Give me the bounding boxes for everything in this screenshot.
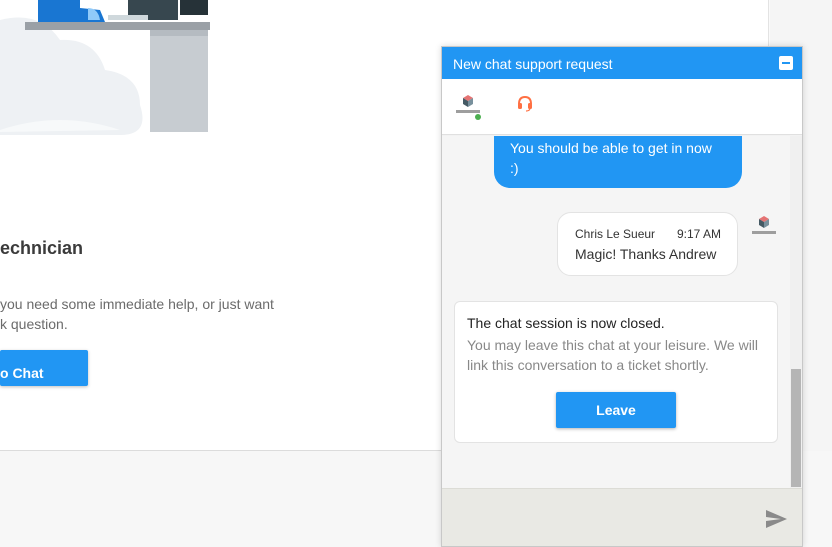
- session-closed-card: The chat session is now closed. You may …: [454, 301, 778, 443]
- agent-message-line-2: :): [510, 160, 519, 176]
- session-closed-title: The chat session is now closed.: [467, 315, 665, 331]
- message-sender: Chris Le Sueur: [575, 227, 656, 241]
- scrollbar-thumb[interactable]: [791, 369, 801, 487]
- leave-button[interactable]: Leave: [556, 392, 676, 428]
- send-icon[interactable]: [764, 507, 788, 531]
- description-line-1: you need some immediate help, or just wa…: [0, 296, 274, 312]
- user-message-card: Chris Le Sueur 9:17 AM Magic! Thanks And…: [557, 212, 738, 276]
- support-illustration: [0, 0, 210, 135]
- message-time: 9:17 AM: [676, 227, 721, 241]
- agent-message-bubble: You should be able to get in now :): [494, 136, 742, 188]
- user-avatar-icon: [752, 216, 776, 234]
- chat-widget: New chat support request You should be a…: [441, 46, 803, 547]
- online-status-dot: [475, 114, 481, 120]
- chat-message-input[interactable]: [452, 503, 752, 533]
- chat-input-area: [442, 488, 802, 546]
- closed-desc-line-1: You may leave this chat at your leisure.…: [467, 337, 759, 353]
- closed-desc-line-2: link this conversation to a ticket short…: [467, 357, 709, 373]
- description-line-2: k question.: [0, 316, 68, 332]
- technician-description: you need some immediate help, or just wa…: [0, 294, 290, 334]
- technician-heading: echnician: [0, 238, 84, 258]
- chat-header: New chat support request: [442, 47, 802, 79]
- session-closed-description: You may leave this chat at your leisure.…: [467, 335, 772, 375]
- message-text: Magic! Thanks Andrew: [575, 246, 717, 262]
- headset-icon: [518, 95, 532, 112]
- participants-bar: [442, 79, 802, 135]
- agent-message-line-1: You should be able to get in now: [510, 140, 712, 156]
- chat-messages[interactable]: You should be able to get in now :) Chri…: [442, 136, 790, 488]
- chat-title: New chat support request: [453, 56, 613, 72]
- minimize-icon[interactable]: [779, 56, 793, 70]
- start-chat-button[interactable]: o Chat: [0, 350, 88, 386]
